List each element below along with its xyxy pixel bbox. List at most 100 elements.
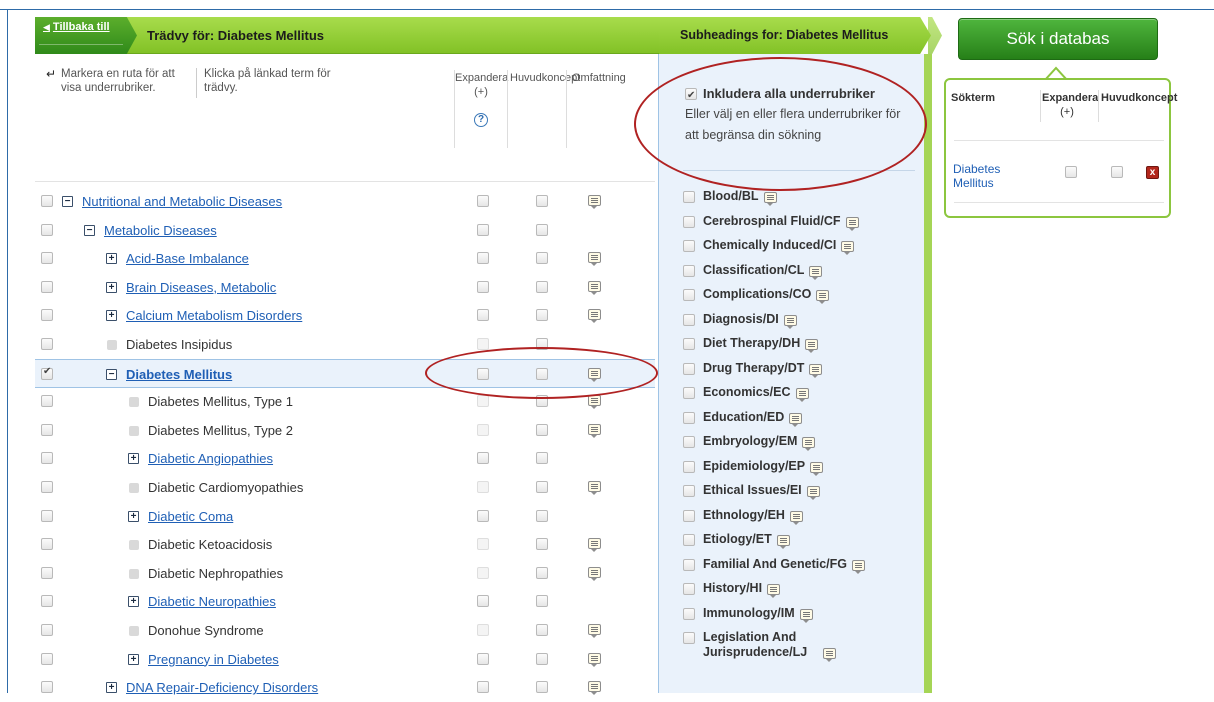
- scope-note-icon[interactable]: [588, 481, 601, 495]
- expand-checkbox[interactable]: [477, 481, 489, 493]
- subheadings-checkbox[interactable]: [41, 681, 53, 694]
- subheadings-checkbox[interactable]: [41, 280, 53, 293]
- tree-term[interactable]: Pregnancy in Diabetes: [148, 652, 279, 667]
- scope-note-icon[interactable]: [588, 566, 601, 581]
- major-concept-checkbox[interactable]: [536, 338, 548, 350]
- tree-term[interactable]: Calcium Metabolism Disorders: [126, 308, 302, 323]
- tree-term[interactable]: Diabetic Angiopathies: [148, 451, 273, 466]
- tree-term[interactable]: Metabolic Diseases: [104, 223, 217, 238]
- expand-checkbox[interactable]: [477, 566, 489, 579]
- scope-note-icon[interactable]: [796, 388, 809, 402]
- scope-note-icon[interactable]: [588, 280, 601, 295]
- subheading-checkbox[interactable]: [683, 313, 695, 326]
- collapse-icon[interactable]: −: [84, 224, 95, 236]
- scope-note-icon[interactable]: [588, 195, 601, 209]
- expand-icon[interactable]: +: [128, 510, 139, 522]
- subheading-checkbox[interactable]: [683, 191, 695, 203]
- subheadings-checkbox[interactable]: [41, 195, 53, 207]
- scope-note-icon[interactable]: [823, 648, 836, 662]
- scope-note-icon[interactable]: [784, 314, 797, 329]
- major-concept-checkbox[interactable]: [536, 280, 548, 293]
- subheading-checkbox[interactable]: [683, 338, 695, 350]
- major-concept-checkbox[interactable]: [536, 481, 548, 493]
- scope-note-icon[interactable]: [588, 681, 601, 696]
- expand-checkbox[interactable]: [477, 223, 489, 236]
- include-all-checkbox[interactable]: [685, 86, 697, 106]
- major-concept-checkbox[interactable]: [536, 195, 548, 207]
- scope-note-icon[interactable]: [841, 241, 854, 255]
- scope-note-icon[interactable]: [790, 510, 803, 525]
- scope-note-icon[interactable]: [810, 461, 823, 476]
- subheadings-checkbox[interactable]: [41, 366, 53, 380]
- subheadings-checkbox[interactable]: [41, 595, 53, 608]
- subheading-checkbox[interactable]: [683, 436, 695, 448]
- scope-note-icon[interactable]: [807, 486, 820, 500]
- expand-checkbox[interactable]: [477, 280, 489, 293]
- major-concept-checkbox[interactable]: [536, 595, 548, 608]
- major-concept-checkbox[interactable]: [536, 223, 548, 236]
- scope-note-icon[interactable]: [846, 216, 859, 231]
- expand-icon[interactable]: +: [128, 596, 139, 608]
- major-concept-checkbox[interactable]: [536, 423, 548, 436]
- scope-note-icon[interactable]: [777, 535, 790, 549]
- expand-checkbox[interactable]: [477, 423, 489, 436]
- subheadings-checkbox[interactable]: [41, 423, 53, 436]
- subheading-checkbox[interactable]: [683, 289, 695, 301]
- subheadings-checkbox[interactable]: [41, 509, 53, 522]
- scope-note-icon[interactable]: [805, 339, 818, 353]
- expand-checkbox[interactable]: [477, 595, 489, 608]
- collapse-icon[interactable]: −: [62, 196, 73, 207]
- scope-note-icon[interactable]: [852, 559, 865, 574]
- expand-checkbox[interactable]: [477, 309, 489, 322]
- scope-note-icon[interactable]: [809, 363, 822, 378]
- subheadings-checkbox[interactable]: [41, 252, 53, 265]
- subheading-checkbox[interactable]: [683, 632, 695, 644]
- scope-note-icon[interactable]: [816, 290, 829, 304]
- search-term-link[interactable]: Diabetes Mellitus: [953, 162, 1013, 190]
- subheading-checkbox[interactable]: [683, 534, 695, 546]
- subheading-checkbox[interactable]: [683, 607, 695, 620]
- scope-note-icon[interactable]: [588, 395, 601, 410]
- back-tab[interactable]: ◀ Tillbaka till: [35, 17, 137, 54]
- collapse-icon[interactable]: −: [106, 368, 117, 380]
- delete-term-icon[interactable]: x: [1146, 166, 1159, 179]
- subheading-checkbox[interactable]: [683, 362, 695, 375]
- subheadings-checkbox[interactable]: [41, 338, 53, 350]
- expand-checkbox[interactable]: [477, 395, 489, 408]
- expand-checkbox[interactable]: [477, 452, 489, 465]
- scope-note-icon[interactable]: [588, 538, 601, 553]
- subheading-checkbox[interactable]: [683, 240, 695, 252]
- scope-note-icon[interactable]: [588, 624, 601, 638]
- subheading-checkbox[interactable]: [683, 558, 695, 571]
- subheading-checkbox[interactable]: [683, 485, 695, 497]
- subheadings-checkbox[interactable]: [41, 395, 53, 408]
- expand-checkbox[interactable]: [477, 252, 489, 265]
- tree-term[interactable]: Nutritional and Metabolic Diseases: [82, 194, 282, 209]
- subheadings-checkbox[interactable]: [41, 624, 53, 636]
- scope-note-icon[interactable]: [789, 412, 802, 427]
- subheadings-checkbox[interactable]: [41, 538, 53, 551]
- expand-icon[interactable]: +: [106, 682, 117, 694]
- expand-checkbox[interactable]: [477, 338, 489, 350]
- tree-term[interactable]: Diabetes Mellitus: [126, 367, 232, 382]
- tree-term[interactable]: Brain Diseases, Metabolic: [126, 280, 276, 295]
- scope-note-icon[interactable]: [764, 192, 777, 206]
- subheading-checkbox[interactable]: [683, 387, 695, 399]
- expand-checkbox[interactable]: [477, 652, 489, 665]
- subheadings-checkbox[interactable]: [41, 223, 53, 236]
- major-concept-checkbox[interactable]: [536, 452, 548, 465]
- expand-icon[interactable]: +: [128, 653, 139, 665]
- major-concept-checkbox[interactable]: [536, 624, 548, 636]
- subheading-checkbox[interactable]: [683, 460, 695, 473]
- subheadings-checkbox[interactable]: [41, 309, 53, 322]
- help-icon[interactable]: ?: [474, 113, 488, 127]
- major-concept-checkbox[interactable]: [536, 509, 548, 522]
- subheading-checkbox[interactable]: [683, 215, 695, 228]
- scope-note-icon[interactable]: [802, 437, 815, 451]
- major-concept-checkbox[interactable]: [536, 538, 548, 551]
- major-concept-checkbox[interactable]: [536, 309, 548, 322]
- scope-note-icon[interactable]: [588, 423, 601, 438]
- expand-icon[interactable]: +: [106, 253, 117, 265]
- expand-checkbox[interactable]: [477, 509, 489, 522]
- subheadings-checkbox[interactable]: [41, 652, 53, 665]
